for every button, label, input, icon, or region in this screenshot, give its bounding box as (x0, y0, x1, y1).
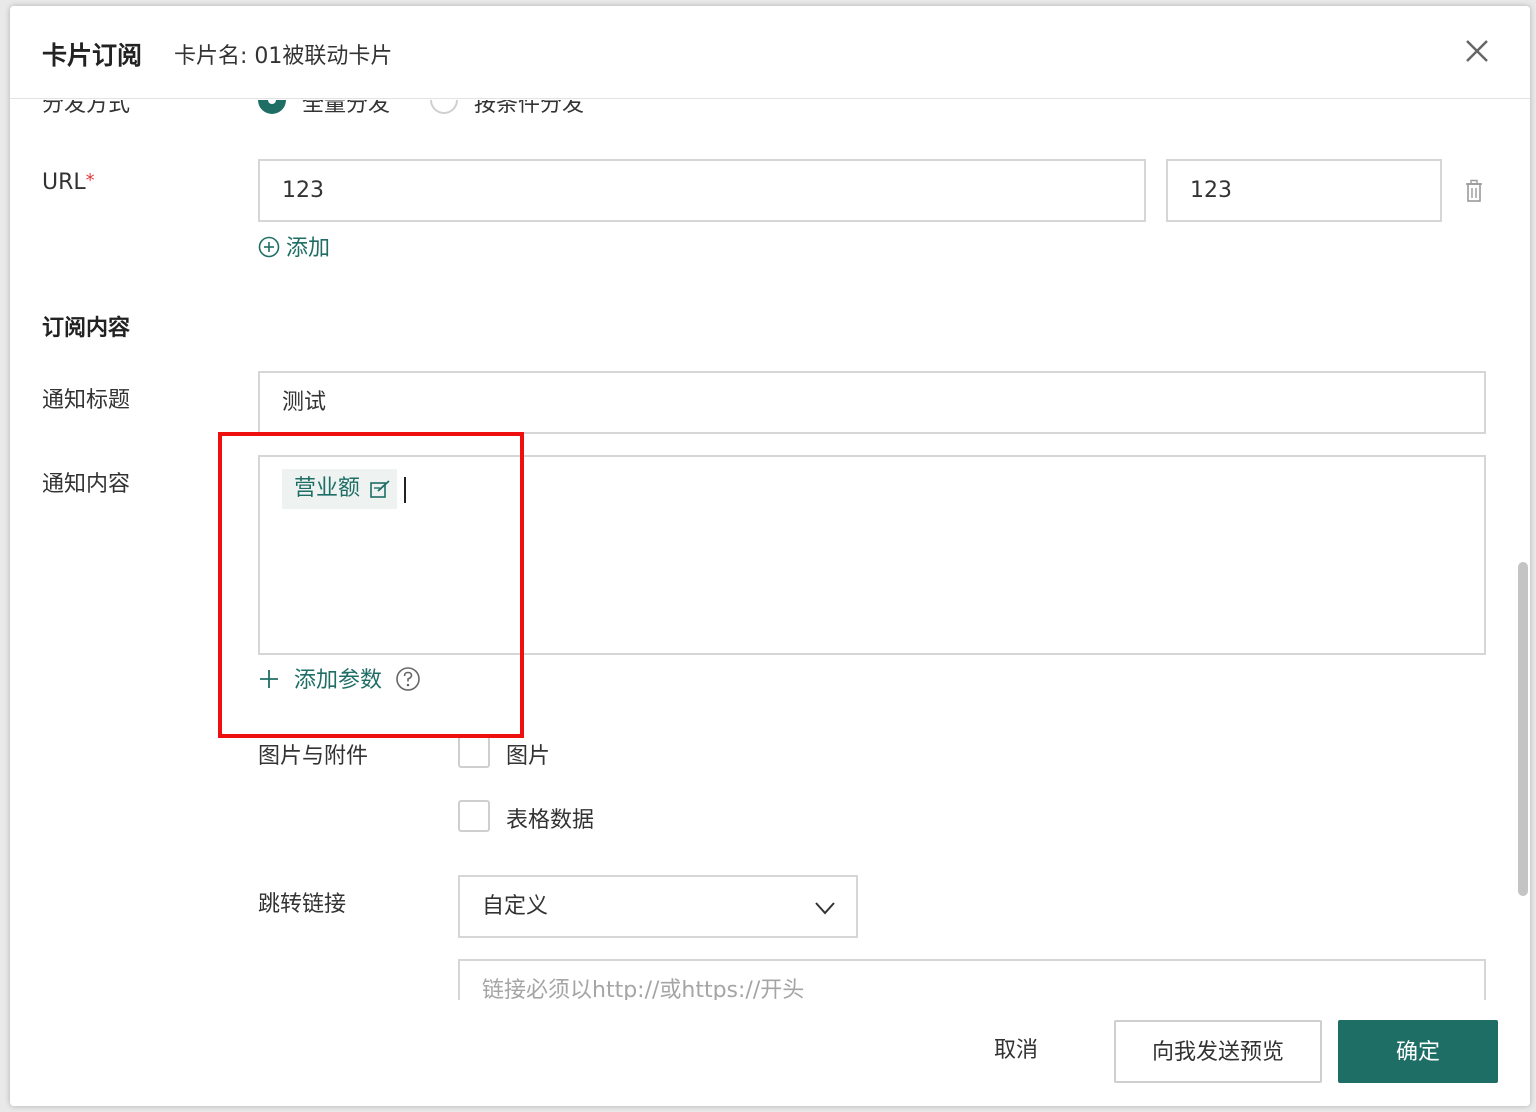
param-tag[interactable]: 营业额 (282, 469, 398, 509)
plus-icon (260, 670, 278, 688)
jump-link-label: 跳转链接 (258, 892, 347, 917)
dialog-header: 卡片订阅 卡片名: 01被联动卡片 (10, 6, 1530, 99)
add-url-label: 添加 (286, 236, 331, 261)
checkbox-table-data-label: 表格数据 (506, 808, 595, 833)
card-name: 卡片名: 01被联动卡片 (174, 44, 393, 69)
dialog-body[interactable]: 分发方式* 全量分发 按条件分发 URL* 123 123 (10, 100, 1530, 1000)
attachments-label: 图片与附件 (258, 744, 369, 769)
distribution-label-text: 分发方式 (42, 100, 131, 117)
required-mark: * (85, 170, 95, 191)
add-url-button[interactable]: 添加 (258, 230, 330, 262)
text-caret (404, 477, 406, 503)
send-preview-button[interactable]: 向我发送预览 (1114, 1020, 1322, 1083)
radio-conditional-distribution[interactable] (430, 100, 458, 114)
radio-full-distribution-label: 全量分发 (302, 100, 391, 117)
url-input-1[interactable]: 123 (258, 159, 1146, 222)
required-mark: * (130, 100, 139, 107)
notify-content-editor[interactable]: 营业额 (258, 455, 1486, 655)
trash-icon (1466, 179, 1482, 202)
dialog-footer: 取消 向我发送预览 确定 (10, 1000, 1530, 1106)
close-button[interactable] (1462, 36, 1492, 66)
dialog-title: 卡片订阅 (42, 41, 143, 70)
delete-url-button[interactable] (1464, 179, 1484, 207)
chevron-down-icon (815, 902, 835, 915)
cancel-button[interactable]: 取消 (966, 1020, 1066, 1083)
help-icon[interactable] (395, 666, 421, 692)
notify-content-label: 通知内容 (42, 472, 131, 497)
card-subscription-dialog: 卡片订阅 卡片名: 01被联动卡片 分发方式* 全量分发 按条件分发 URL* … (10, 6, 1530, 1106)
confirm-button[interactable]: 确定 (1338, 1020, 1498, 1083)
link-url-input[interactable]: 链接必须以http://或https://开头 (458, 959, 1486, 1000)
url-label-text: URL (42, 170, 86, 195)
notify-title-label: 通知标题 (42, 388, 131, 413)
url-label: URL* (42, 170, 95, 195)
radio-conditional-distribution-label: 按条件分发 (474, 100, 585, 117)
edit-icon[interactable] (369, 478, 391, 500)
add-param-button[interactable]: 添加参数 (258, 662, 421, 694)
subscription-section-title: 订阅内容 (42, 316, 131, 341)
jump-link-selected: 自定义 (482, 894, 549, 919)
scrollbar[interactable] (1518, 562, 1528, 896)
close-icon (1466, 40, 1488, 62)
plus-circle-icon (258, 236, 280, 258)
distribution-label: 分发方式* (42, 100, 139, 118)
radio-full-distribution[interactable] (258, 100, 286, 114)
notify-title-input[interactable]: 测试 (258, 371, 1486, 434)
param-tag-label: 营业额 (294, 476, 361, 501)
jump-link-select[interactable]: 自定义 (458, 875, 858, 938)
checkbox-image-label: 图片 (506, 744, 551, 769)
checkbox-image[interactable] (458, 736, 490, 768)
url-input-2[interactable]: 123 (1166, 159, 1442, 222)
link-url-placeholder: 链接必须以http://或https://开头 (482, 978, 805, 1000)
add-param-label: 添加参数 (294, 668, 383, 693)
checkbox-table-data[interactable] (458, 800, 490, 832)
